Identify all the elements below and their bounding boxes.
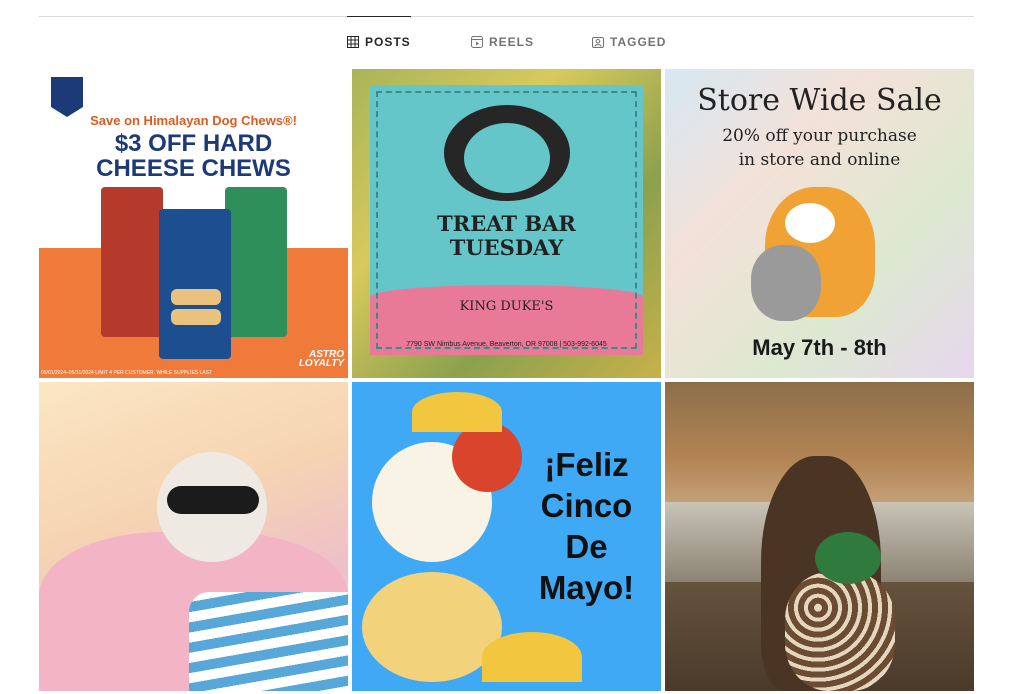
post-3-line-3: in store and online [738, 150, 901, 170]
post-1-fine-print: 05/01/2024–05/31/2024 LIMIT 4 PER CUSTOM… [41, 370, 213, 376]
post-1-headline-1: $3 OFF HARD [114, 130, 273, 157]
post-3-dates: May 7th - 8th [752, 335, 887, 360]
dog-illustration-face [785, 203, 835, 243]
taco [482, 632, 582, 682]
tab-label-tagged: TAGGED [610, 35, 667, 49]
chew-stick [171, 289, 221, 305]
post-2-address: 7790 SW Nimbus Avenue, Beaverton, OR 970… [406, 341, 607, 348]
tagged-icon [592, 36, 604, 48]
post-himalayan-dog-chews[interactable]: Save on Himalayan Dog Chews®! $3 OFF HAR… [39, 69, 348, 378]
sunglasses [167, 486, 259, 514]
duck-toy-body [785, 572, 895, 691]
tab-tagged[interactable]: TAGGED [592, 16, 666, 68]
profile-tabs: POSTS REELS TAGGED [0, 16, 1012, 68]
post-5-line-1: ¡Feliz [544, 446, 629, 483]
post-3-line-2: 20% off your purchase [722, 126, 917, 146]
post-store-wide-sale[interactable]: Store Wide Sale 20% off your purchase in… [665, 69, 974, 378]
post-dog-with-duck[interactable] [665, 382, 974, 691]
post-3-line-1: Store Wide Sale [697, 83, 942, 118]
food-plate [362, 572, 502, 682]
himalayan-logo [51, 77, 83, 117]
post-5-line-4: Mayo! [538, 569, 635, 606]
chew-stick [171, 309, 221, 325]
grid-icon [347, 36, 359, 48]
chew-bag-left [101, 187, 163, 337]
tab-posts[interactable]: POSTS [347, 16, 411, 68]
dog-face-inner [464, 123, 550, 193]
taco [412, 392, 502, 432]
duck-toy-head [815, 532, 881, 584]
post-treat-bar-tuesday[interactable]: TREAT BAR TUESDAY KING DUKE'S 7790 SW Ni… [352, 69, 661, 378]
chew-bag-center [159, 209, 231, 359]
post-2-store: KING DUKE'S [459, 299, 554, 314]
post-2-line-1: TREAT BAR [437, 211, 576, 236]
tab-label-posts: POSTS [365, 35, 411, 49]
striped-towel [189, 592, 348, 691]
post-dog-in-robe[interactable] [39, 382, 348, 691]
post-1-headline-2: CHEESE CHEWS [96, 155, 291, 182]
reels-icon [471, 36, 483, 48]
post-5-line-3: De [565, 528, 608, 565]
post-2-line-2: TUESDAY [449, 235, 564, 260]
tab-label-reels: REELS [489, 35, 535, 49]
cat-illustration [751, 245, 821, 321]
post-1-brand: ASTRO LOYALTY [298, 349, 344, 369]
chew-bag-right [225, 187, 287, 337]
post-1-save-line: Save on Himalayan Dog Chews®! [90, 113, 297, 128]
post-5-line-2: Cinco [540, 487, 633, 524]
post-cinco-de-mayo[interactable]: ¡Feliz Cinco De Mayo! [352, 382, 661, 691]
tab-reels[interactable]: REELS [471, 16, 533, 68]
